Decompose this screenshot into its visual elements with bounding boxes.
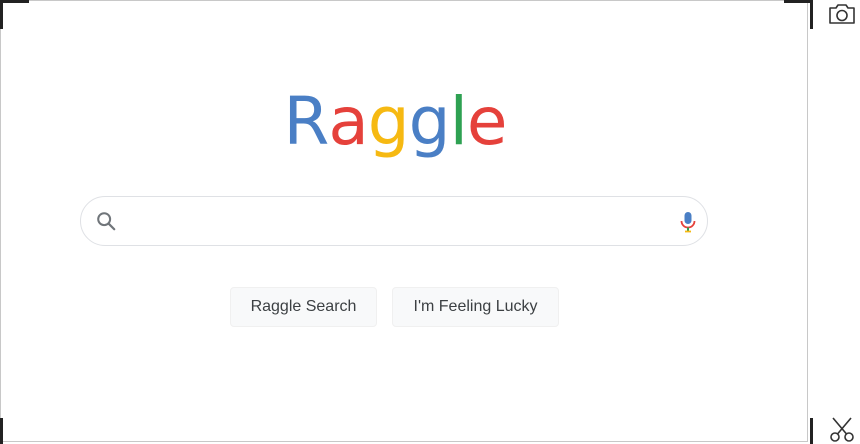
search-box[interactable] bbox=[80, 196, 708, 246]
frame-corner-top-right bbox=[784, 0, 813, 29]
page: Raggle Raggle Search I'm Feeling Lucky bbox=[0, 0, 860, 444]
logo-letter: g bbox=[367, 83, 410, 160]
feeling-lucky-button[interactable]: I'm Feeling Lucky bbox=[392, 287, 559, 327]
logo-letter: l bbox=[449, 83, 468, 160]
logo-letter: R bbox=[283, 83, 329, 160]
camera-icon bbox=[829, 4, 855, 24]
scissors-icon bbox=[830, 417, 854, 442]
frame-corner-bottom-left bbox=[0, 418, 29, 444]
microphone-icon[interactable] bbox=[677, 210, 699, 234]
search-button[interactable]: Raggle Search bbox=[230, 287, 377, 327]
frame-corner-bottom-right bbox=[784, 418, 813, 444]
screenshot-button[interactable] bbox=[826, 0, 858, 28]
raggle-logo: Raggle bbox=[0, 82, 790, 162]
search-input[interactable] bbox=[129, 205, 669, 239]
search-icon[interactable] bbox=[95, 210, 117, 232]
frame-corner-top-left bbox=[0, 0, 29, 29]
logo-letter: a bbox=[328, 83, 368, 160]
logo-letter: g bbox=[408, 83, 451, 160]
logo-letter: e bbox=[466, 83, 508, 160]
snip-button[interactable] bbox=[826, 416, 858, 444]
